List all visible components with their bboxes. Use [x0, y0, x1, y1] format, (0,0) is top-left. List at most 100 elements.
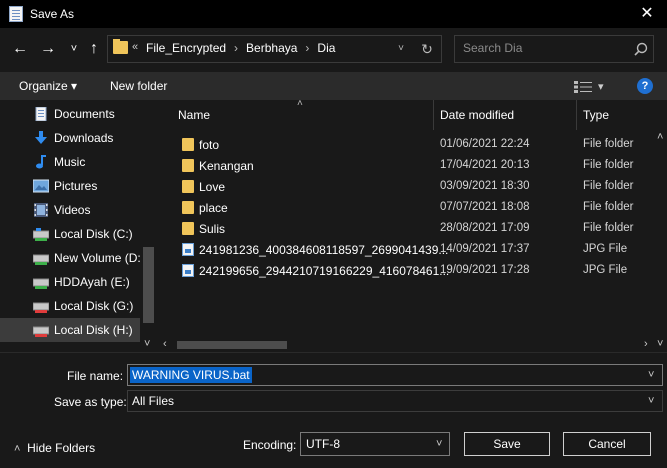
sidebar-item-label: Downloads	[54, 131, 114, 145]
chevron-up-icon: ˄	[14, 443, 21, 455]
breadcrumb-separator-icon[interactable]: ›	[234, 41, 238, 55]
file-row[interactable]: 241981236_400384608118597_2699041439... …	[175, 239, 645, 260]
file-name: Kenangan	[199, 159, 254, 173]
file-date: 19/09/2021 17:28	[440, 264, 530, 276]
scroll-down-icon[interactable]: ˅	[144, 338, 150, 350]
drive-icon	[33, 228, 49, 241]
drive-icon	[33, 254, 49, 265]
sidebar-item-documents[interactable]: Documents	[0, 102, 140, 126]
scroll-up-icon[interactable]: ˄	[657, 131, 663, 143]
close-button[interactable]: ✕	[632, 2, 662, 26]
folder-icon	[182, 138, 194, 151]
file-name: Love	[199, 180, 226, 194]
file-name: 242199656_2944210719166229_416078461...	[199, 264, 450, 278]
file-type: File folder	[583, 222, 634, 234]
breadcrumb: File_Encrypted › Berbhaya › Dia	[146, 41, 335, 55]
file-name: place	[199, 201, 228, 215]
sidebar-item-pictures[interactable]: Pictures	[0, 174, 140, 198]
sidebar-item-videos[interactable]: Videos	[0, 198, 140, 222]
window-title: Save As	[30, 7, 75, 21]
organize-button[interactable]: Organize ▾	[19, 79, 77, 93]
column-divider[interactable]	[433, 100, 434, 130]
chevron-down-icon[interactable]: ˅	[648, 369, 654, 381]
column-header-name[interactable]: Name	[178, 108, 210, 122]
refresh-button[interactable]: ↻	[418, 38, 436, 60]
file-date: 07/07/2021 18:08	[440, 201, 530, 213]
image-file-icon	[182, 264, 194, 277]
sidebar-item-local-disk-h[interactable]: Local Disk (H:)	[0, 318, 140, 342]
notepad-icon	[9, 6, 23, 22]
file-list-vertical-scrollbar[interactable]	[655, 130, 667, 352]
file-row[interactable]: Sulis 28/08/2021 17:09 File folder	[175, 218, 645, 239]
file-type: JPG File	[583, 243, 628, 255]
sidebar-item-hddayah-e[interactable]: HDDAyah (E:)	[0, 270, 140, 294]
file-name: 241981236_400384608118597_2699041439...	[199, 243, 449, 257]
sidebar-item-label: Documents	[54, 107, 115, 121]
chevron-down-icon[interactable]: ˅	[436, 438, 442, 450]
forward-button[interactable]: →	[38, 38, 58, 60]
change-view-button[interactable]: ▾	[574, 80, 608, 94]
hide-folders-button[interactable]: ˄ Hide Folders	[14, 441, 95, 455]
chevron-down-icon[interactable]: ˅	[648, 395, 654, 407]
sidebar-item-local-disk-g[interactable]: Local Disk (G:)	[0, 294, 140, 318]
command-bar	[0, 72, 667, 100]
file-date: 17/04/2021 20:13	[440, 159, 530, 171]
new-folder-button[interactable]: New folder	[110, 79, 167, 93]
sidebar-item-label: Local Disk (C:)	[54, 227, 133, 241]
drive-icon	[33, 278, 49, 289]
file-row[interactable]: Kenangan 17/04/2021 20:13 File folder	[175, 155, 645, 176]
scroll-left-icon[interactable]: ‹	[163, 338, 167, 350]
file-type: File folder	[583, 159, 634, 171]
sidebar-item-new-volume-d[interactable]: New Volume (D:	[0, 246, 141, 270]
sidebar-item-label: Videos	[54, 203, 91, 217]
save-as-type-select[interactable]	[127, 390, 663, 412]
file-row[interactable]: foto 01/06/2021 22:24 File folder	[175, 134, 645, 155]
address-overflow-chevron[interactable]: «	[132, 41, 138, 53]
drive-icon	[33, 302, 49, 313]
column-header-type[interactable]: Type	[583, 108, 609, 122]
sidebar-item-label: HDDAyah (E:)	[54, 275, 130, 289]
file-type: File folder	[583, 201, 634, 213]
file-date: 03/09/2021 18:30	[440, 180, 530, 192]
search-icon[interactable]	[634, 42, 648, 56]
file-date: 28/08/2021 17:09	[440, 222, 530, 234]
save-button[interactable]: Save	[464, 432, 550, 456]
save-as-type-label: Save as type:	[54, 395, 127, 409]
file-row[interactable]: place 07/07/2021 18:08 File folder	[175, 197, 645, 218]
folder-icon	[182, 201, 194, 214]
sidebar-item-downloads[interactable]: Downloads	[0, 126, 140, 150]
search-placeholder: Search Dia	[463, 41, 523, 55]
back-button[interactable]: ←	[10, 38, 30, 60]
column-divider[interactable]	[576, 100, 577, 130]
recent-locations-button[interactable]: ˅	[64, 38, 84, 60]
column-header-date-modified[interactable]: Date modified	[440, 108, 514, 122]
horizontal-scrollbar-thumb[interactable]	[177, 341, 287, 349]
cancel-button[interactable]: Cancel	[563, 432, 651, 456]
address-dropdown-button[interactable]: ˅	[392, 40, 410, 58]
file-name-label: File name:	[67, 369, 124, 383]
help-button[interactable]: ?	[637, 78, 653, 94]
folder-icon	[182, 180, 194, 193]
breadcrumb-separator-icon[interactable]: ›	[305, 41, 309, 55]
title-bar	[0, 0, 667, 28]
sidebar-item-local-disk-c[interactable]: Local Disk (C:)	[0, 222, 140, 246]
scroll-down-icon[interactable]: ˅	[657, 338, 663, 350]
encoding-label: Encoding:	[243, 438, 297, 452]
file-name-value[interactable]: WARNING VIRUS.bat	[130, 367, 252, 383]
chevron-down-icon: ▾	[71, 79, 78, 93]
file-row[interactable]: Love 03/09/2021 18:30 File folder	[175, 176, 645, 197]
sidebar-item-music[interactable]: Music	[0, 150, 140, 174]
scroll-right-icon[interactable]: ›	[644, 338, 648, 350]
file-row[interactable]: 242199656_2944210719166229_416078461... …	[175, 260, 645, 281]
sidebar-item-label: Local Disk (G:)	[54, 299, 134, 313]
documents-icon	[35, 107, 47, 121]
breadcrumb-item[interactable]: Dia	[317, 41, 335, 55]
breadcrumb-item[interactable]: Berbhaya	[246, 41, 297, 55]
file-name: Sulis	[199, 222, 226, 236]
up-button[interactable]: ↑	[84, 38, 104, 60]
file-type: File folder	[583, 180, 634, 192]
sidebar-scrollbar-thumb[interactable]	[143, 247, 154, 323]
breadcrumb-item[interactable]: File_Encrypted	[146, 41, 226, 55]
folder-icon	[182, 222, 194, 235]
sidebar-item-label: Music	[54, 155, 86, 169]
